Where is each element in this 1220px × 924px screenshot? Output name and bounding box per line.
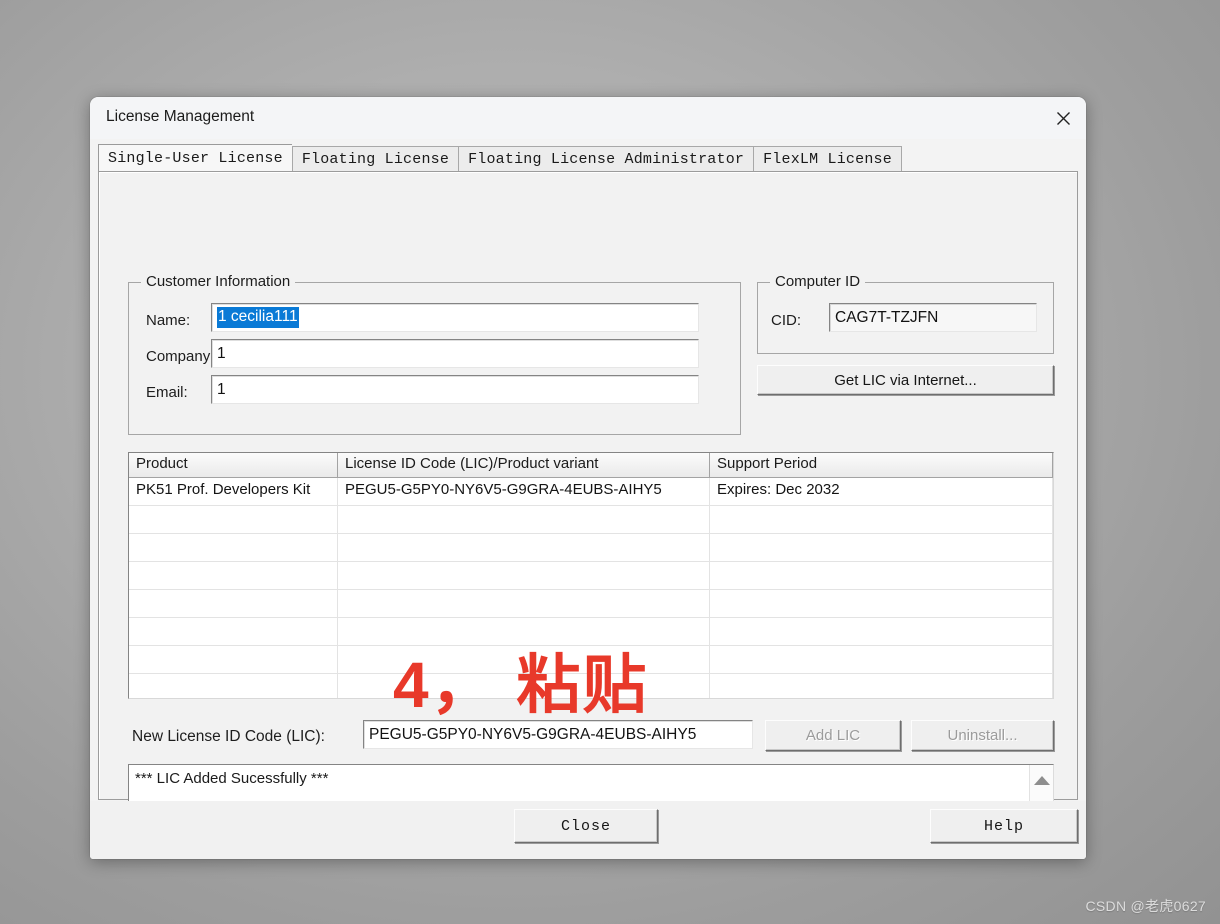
close-button[interactable]: Close	[514, 809, 658, 843]
license-table-header: Product License ID Code (LIC)/Product va…	[129, 453, 1053, 478]
license-management-dialog: License Management Single-User License F…	[90, 97, 1086, 859]
table-row-empty[interactable]	[129, 646, 1053, 674]
customer-information-title: Customer Information	[141, 273, 296, 290]
new-license-label: New License ID Code (LIC):	[132, 728, 325, 745]
new-license-input[interactable]: PEGU5-G5PY0-NY6V5-G9GRA-4EUBS-AIHY5	[363, 720, 753, 749]
tab-floating-license-administrator[interactable]: Floating License Administrator	[458, 146, 754, 171]
close-icon[interactable]	[1040, 97, 1086, 139]
tab-strip: Single-User License Floating License Flo…	[98, 144, 1078, 171]
license-table[interactable]: Product License ID Code (LIC)/Product va…	[128, 452, 1054, 699]
table-row-empty[interactable]	[129, 674, 1053, 698]
single-user-license-panel: Customer Information Name: 1 cecilia111 …	[98, 171, 1078, 858]
name-label: Name:	[146, 312, 191, 329]
name-input-value: 1 cecilia111	[217, 307, 299, 328]
table-row-empty[interactable]	[129, 506, 1053, 534]
triangle-up-icon[interactable]	[1030, 767, 1053, 793]
email-label: Email:	[146, 384, 188, 401]
company-input[interactable]: 1	[211, 339, 699, 368]
status-message: *** LIC Added Sucessfully ***	[135, 770, 329, 787]
computer-id-title: Computer ID	[770, 273, 866, 290]
tab-floating-license[interactable]: Floating License	[291, 146, 459, 171]
cid-value: CAG7T-TZJFN	[835, 308, 939, 326]
dialog-titlebar: License Management	[90, 97, 1086, 139]
cid-label: CID:	[771, 312, 801, 329]
email-input[interactable]: 1	[211, 375, 699, 404]
table-row-empty[interactable]	[129, 562, 1053, 590]
dialog-title: License Management	[106, 108, 255, 125]
table-row-empty[interactable]	[129, 590, 1053, 618]
cell-product: PK51 Prof. Developers Kit	[129, 478, 338, 505]
email-input-value: 1	[217, 380, 226, 398]
tab-flexlm-license[interactable]: FlexLM License	[753, 146, 902, 171]
column-header-support-period[interactable]: Support Period	[710, 453, 1053, 477]
new-license-value: PEGU5-G5PY0-NY6V5-G9GRA-4EUBS-AIHY5	[369, 725, 697, 743]
table-row[interactable]: PK51 Prof. Developers Kit PEGU5-G5PY0-NY…	[129, 478, 1053, 506]
column-header-product[interactable]: Product	[129, 453, 338, 477]
tab-single-user-license[interactable]: Single-User License	[98, 144, 292, 171]
desktop-watermark: CSDN @老虎0627	[1085, 898, 1206, 914]
column-header-license-id-code[interactable]: License ID Code (LIC)/Product variant	[338, 453, 710, 477]
uninstall-button[interactable]: Uninstall...	[911, 720, 1054, 751]
table-row-empty[interactable]	[129, 534, 1053, 562]
company-label: Company:	[146, 348, 215, 365]
name-input[interactable]: 1 cecilia111	[211, 303, 699, 332]
add-lic-button[interactable]: Add LIC	[765, 720, 901, 751]
table-row-empty[interactable]	[129, 618, 1053, 646]
cell-license-id-code: PEGU5-G5PY0-NY6V5-G9GRA-4EUBS-AIHY5	[338, 478, 710, 505]
help-button[interactable]: Help	[930, 809, 1078, 843]
company-input-value: 1	[217, 344, 226, 362]
get-lic-via-internet-button[interactable]: Get LIC via Internet...	[757, 365, 1054, 395]
cid-input[interactable]: CAG7T-TZJFN	[829, 303, 1037, 332]
cell-support-period: Expires: Dec 2032	[710, 478, 1053, 505]
